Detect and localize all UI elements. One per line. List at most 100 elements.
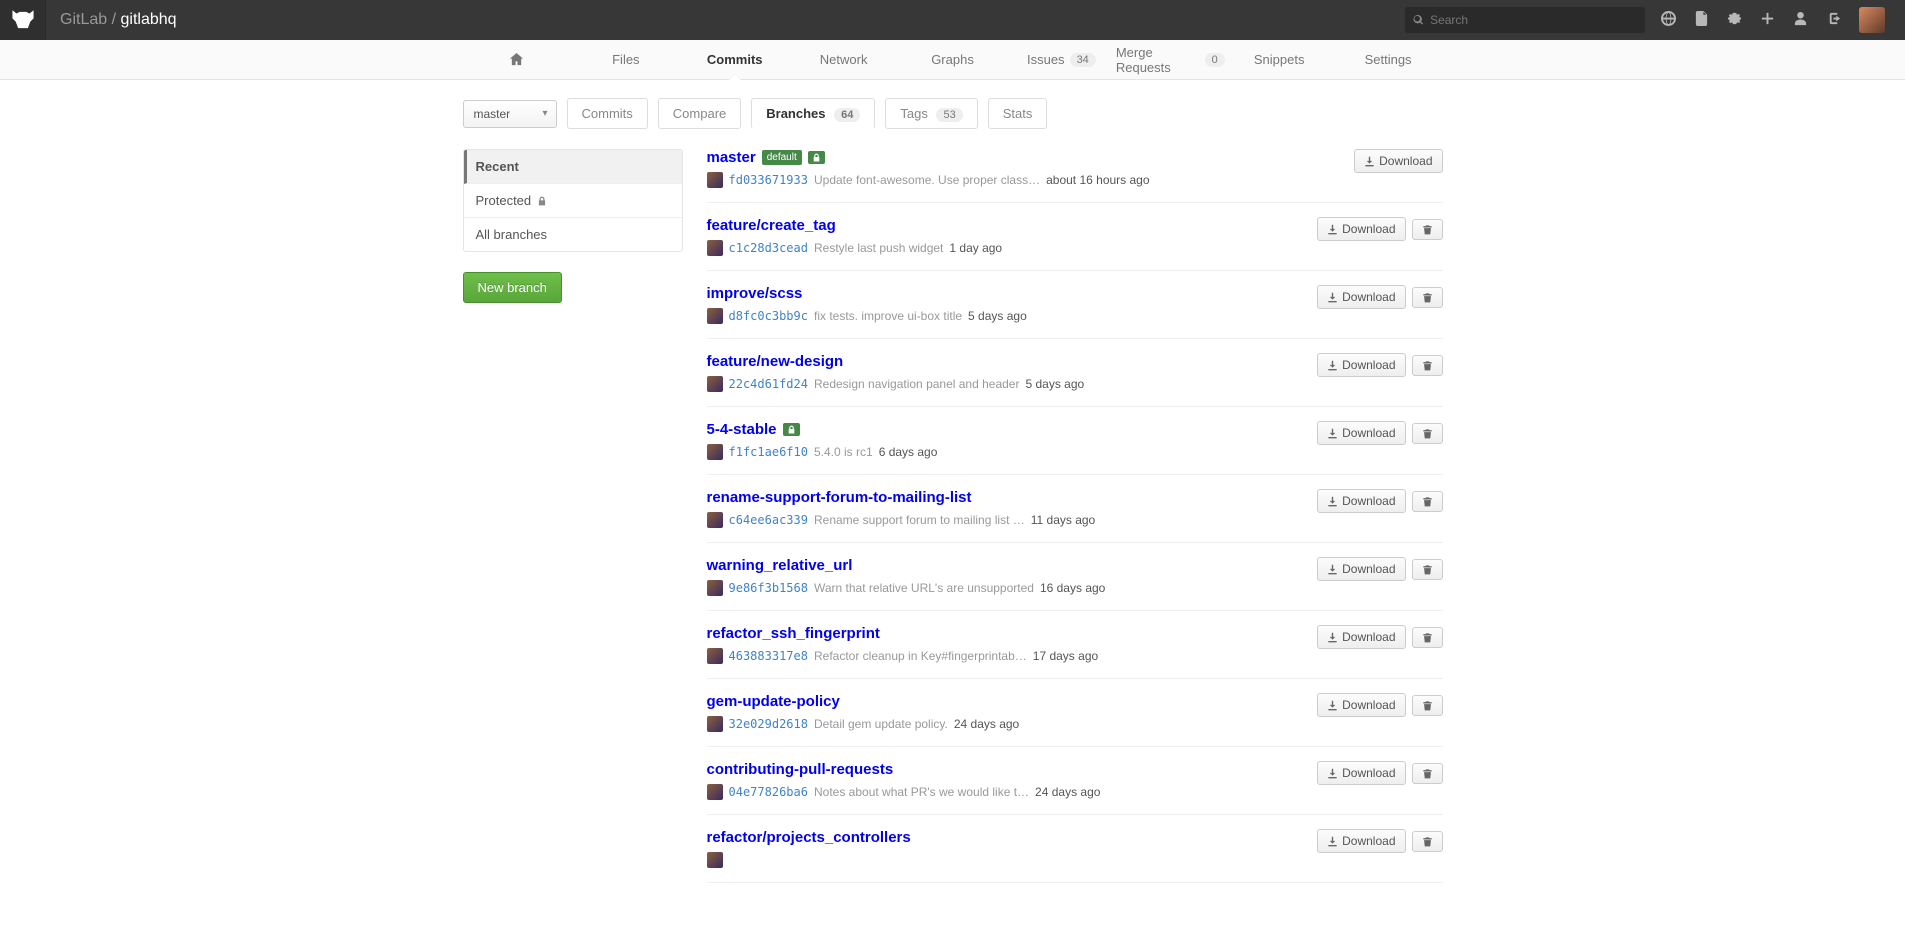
branch-name-link[interactable]: feature/new-design [707,353,844,370]
projnav-settings[interactable]: Settings [1334,40,1443,79]
download-label: Download [1342,222,1395,236]
sidebar-item-protected[interactable]: Protected [464,184,682,218]
download-label: Download [1342,494,1395,508]
author-avatar[interactable] [707,376,723,392]
new-branch-button[interactable]: New branch [463,272,562,303]
subtab-commits[interactable]: Commits [567,98,648,129]
projnav-files[interactable]: Files [571,40,680,79]
breadcrumb-group[interactable]: GitLab [60,11,107,28]
download-button[interactable]: Download [1317,421,1405,445]
branch-name-link[interactable]: warning_relative_url [707,557,853,574]
download-button[interactable]: Download [1317,761,1405,785]
sidebar-item-recent[interactable]: Recent [464,150,682,184]
branch-name-link[interactable]: refactor_ssh_fingerprint [707,625,880,642]
commit-message: Redesign navigation panel and header [814,377,1020,391]
download-icon [1327,632,1338,643]
projnav-commits[interactable]: Commits [680,40,789,79]
delete-branch-button[interactable] [1412,763,1443,784]
download-icon [1327,224,1338,235]
branch-name-link[interactable]: gem-update-policy [707,693,840,710]
gitlab-logo[interactable] [0,0,46,40]
trash-icon [1422,496,1433,507]
delete-branch-button[interactable] [1412,355,1443,376]
download-button[interactable]: Download [1317,693,1405,717]
author-avatar[interactable] [707,784,723,800]
projnav-mr[interactable]: Merge Requests0 [1116,40,1225,79]
trash-icon [1422,292,1433,303]
commit-sha-link[interactable]: f1fc1ae6f10 [729,445,808,459]
delete-branch-button[interactable] [1412,627,1443,648]
author-avatar[interactable] [707,716,723,732]
subtab-compare[interactable]: Compare [658,98,741,129]
user-avatar[interactable] [1859,7,1885,33]
download-button[interactable]: Download [1317,217,1405,241]
commit-sha-link[interactable]: d8fc0c3bb9c [729,309,808,323]
public-area-icon[interactable] [1661,11,1676,29]
branches-filter-list: RecentProtectedAll branches [463,149,683,252]
subtab-branches[interactable]: Branches 64 [751,98,875,129]
author-avatar[interactable] [707,444,723,460]
download-button[interactable]: Download [1317,829,1405,853]
delete-branch-button[interactable] [1412,423,1443,444]
author-avatar[interactable] [707,240,723,256]
commit-sha-link[interactable]: 04e77826ba6 [729,785,808,799]
projnav-home[interactable] [463,40,572,79]
branch-name-link[interactable]: rename-support-forum-to-mailing-list [707,489,972,506]
commit-sha-link[interactable]: c1c28d3cead [729,241,808,255]
search-input[interactable] [1430,13,1637,27]
download-button[interactable]: Download [1317,557,1405,581]
commit-message: Warn that relative URL's are unsupported [814,581,1034,595]
my-snippets-icon[interactable] [1694,11,1709,29]
search-box[interactable] [1405,7,1645,33]
branch-selector[interactable]: master [463,100,557,128]
author-avatar[interactable] [707,648,723,664]
delete-branch-button[interactable] [1412,219,1443,240]
projnav-label: Commits [707,52,763,67]
logout-icon[interactable] [1826,11,1841,29]
commit-sha-link[interactable]: 9e86f3b1568 [729,581,808,595]
commit-sha-link[interactable]: fd033671933 [729,173,808,187]
projnav-issues[interactable]: Issues34 [1007,40,1116,79]
commit-sha-link[interactable]: 22c4d61fd24 [729,377,808,391]
download-button[interactable]: Download [1317,489,1405,513]
commit-sha-link[interactable]: 32e029d2618 [729,717,808,731]
branch-name-link[interactable]: master [707,149,756,166]
author-avatar[interactable] [707,172,723,188]
delete-branch-button[interactable] [1412,287,1443,308]
subtab-tags[interactable]: Tags 53 [885,98,977,129]
commit-sha-link[interactable]: 463883317e8 [729,649,808,663]
delete-branch-button[interactable] [1412,491,1443,512]
author-avatar[interactable] [707,308,723,324]
download-button[interactable]: Download [1317,285,1405,309]
admin-area-icon[interactable] [1727,11,1742,29]
new-project-icon[interactable] [1760,11,1775,29]
projnav-network[interactable]: Network [789,40,898,79]
download-button[interactable]: Download [1317,353,1405,377]
commit-time: 11 days ago [1031,513,1096,527]
download-button[interactable]: Download [1317,625,1405,649]
delete-branch-button[interactable] [1412,695,1443,716]
sidebar-item-all-branches[interactable]: All branches [464,218,682,251]
author-avatar[interactable] [707,512,723,528]
branch-name-link[interactable]: improve/scss [707,285,803,302]
delete-branch-button[interactable] [1412,831,1443,852]
breadcrumb-project[interactable]: gitlabhq [120,11,176,28]
author-avatar[interactable] [707,580,723,596]
subtab-stats[interactable]: Stats [988,98,1048,129]
author-avatar[interactable] [707,852,723,868]
branch-name-link[interactable]: refactor/projects_controllers [707,829,911,846]
branch-name-link[interactable]: feature/create_tag [707,217,836,234]
trash-icon [1422,224,1433,235]
projnav-graphs[interactable]: Graphs [898,40,1007,79]
delete-branch-button[interactable] [1412,559,1443,580]
download-button[interactable]: Download [1354,149,1442,173]
commit-message: fix tests. improve ui-box title [814,309,962,323]
commit-sha-link[interactable]: c64ee6ac339 [729,513,808,527]
profile-icon[interactable] [1793,11,1808,29]
branch-name-link[interactable]: contributing-pull-requests [707,761,894,778]
commit-message: Rename support forum to mailing list … [814,513,1025,527]
trash-icon [1422,564,1433,575]
branch-name-link[interactable]: 5-4-stable [707,421,777,438]
projnav-snippets[interactable]: Snippets [1225,40,1334,79]
trash-icon [1422,700,1433,711]
